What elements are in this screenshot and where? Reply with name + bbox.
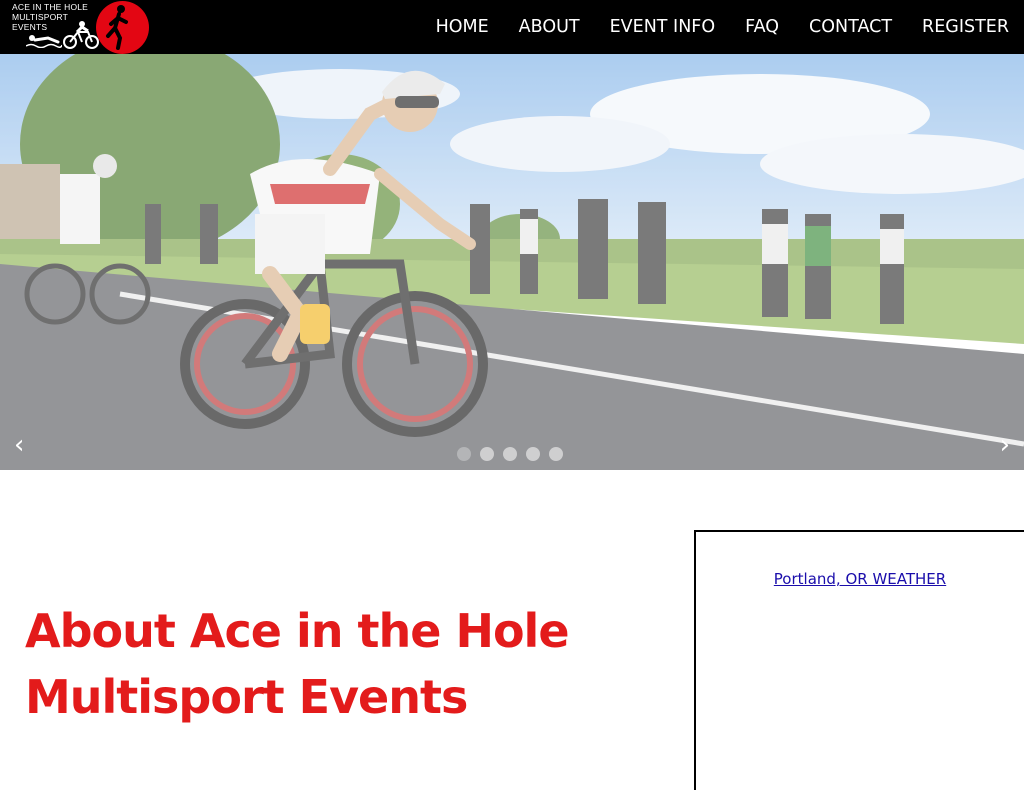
main-nav: HOME ABOUT EVENT INFO FAQ CONTACT REGIST… xyxy=(406,0,1009,54)
carousel-prev-icon[interactable]: ‹ xyxy=(14,430,24,460)
weather-link[interactable]: Portland, OR WEATHER xyxy=(696,570,1024,588)
weather-widget: Portland, OR WEATHER xyxy=(694,530,1024,790)
nav-contact[interactable]: CONTACT xyxy=(809,17,892,37)
swimmer-icon xyxy=(26,35,62,48)
cyclist-icon xyxy=(63,21,99,49)
carousel-dot-5[interactable] xyxy=(549,447,563,461)
nav-faq[interactable]: FAQ xyxy=(745,17,779,37)
nav-home[interactable]: HOME xyxy=(436,17,489,37)
nav-register[interactable]: REGISTER xyxy=(922,17,1009,37)
about-heading-line-2: Multisport Events xyxy=(25,670,468,724)
about-heading: About Ace in the Hole Multisport Events xyxy=(25,598,645,730)
carousel-dot-1[interactable] xyxy=(457,447,471,461)
about-heading-line-1: About Ace in the Hole xyxy=(25,604,570,658)
hero-carousel: ‹ › xyxy=(0,54,1024,470)
site-header: ACE IN THE HOLE MULTISPORT EVENTS HOME A… xyxy=(0,0,1024,54)
nav-event-info[interactable]: EVENT INFO xyxy=(610,17,716,37)
carousel-indicators xyxy=(457,447,563,461)
carousel-dot-3[interactable] xyxy=(503,447,517,461)
carousel-dot-4[interactable] xyxy=(526,447,540,461)
nav-about[interactable]: ABOUT xyxy=(519,17,580,37)
site-logo[interactable]: ACE IN THE HOLE MULTISPORT EVENTS xyxy=(12,0,149,54)
hero-overlay xyxy=(0,54,1024,470)
runner-icon xyxy=(106,5,128,50)
carousel-dot-2[interactable] xyxy=(480,447,494,461)
carousel-next-icon[interactable]: › xyxy=(1000,430,1010,460)
logo-line-1: ACE IN THE HOLE xyxy=(12,2,89,12)
